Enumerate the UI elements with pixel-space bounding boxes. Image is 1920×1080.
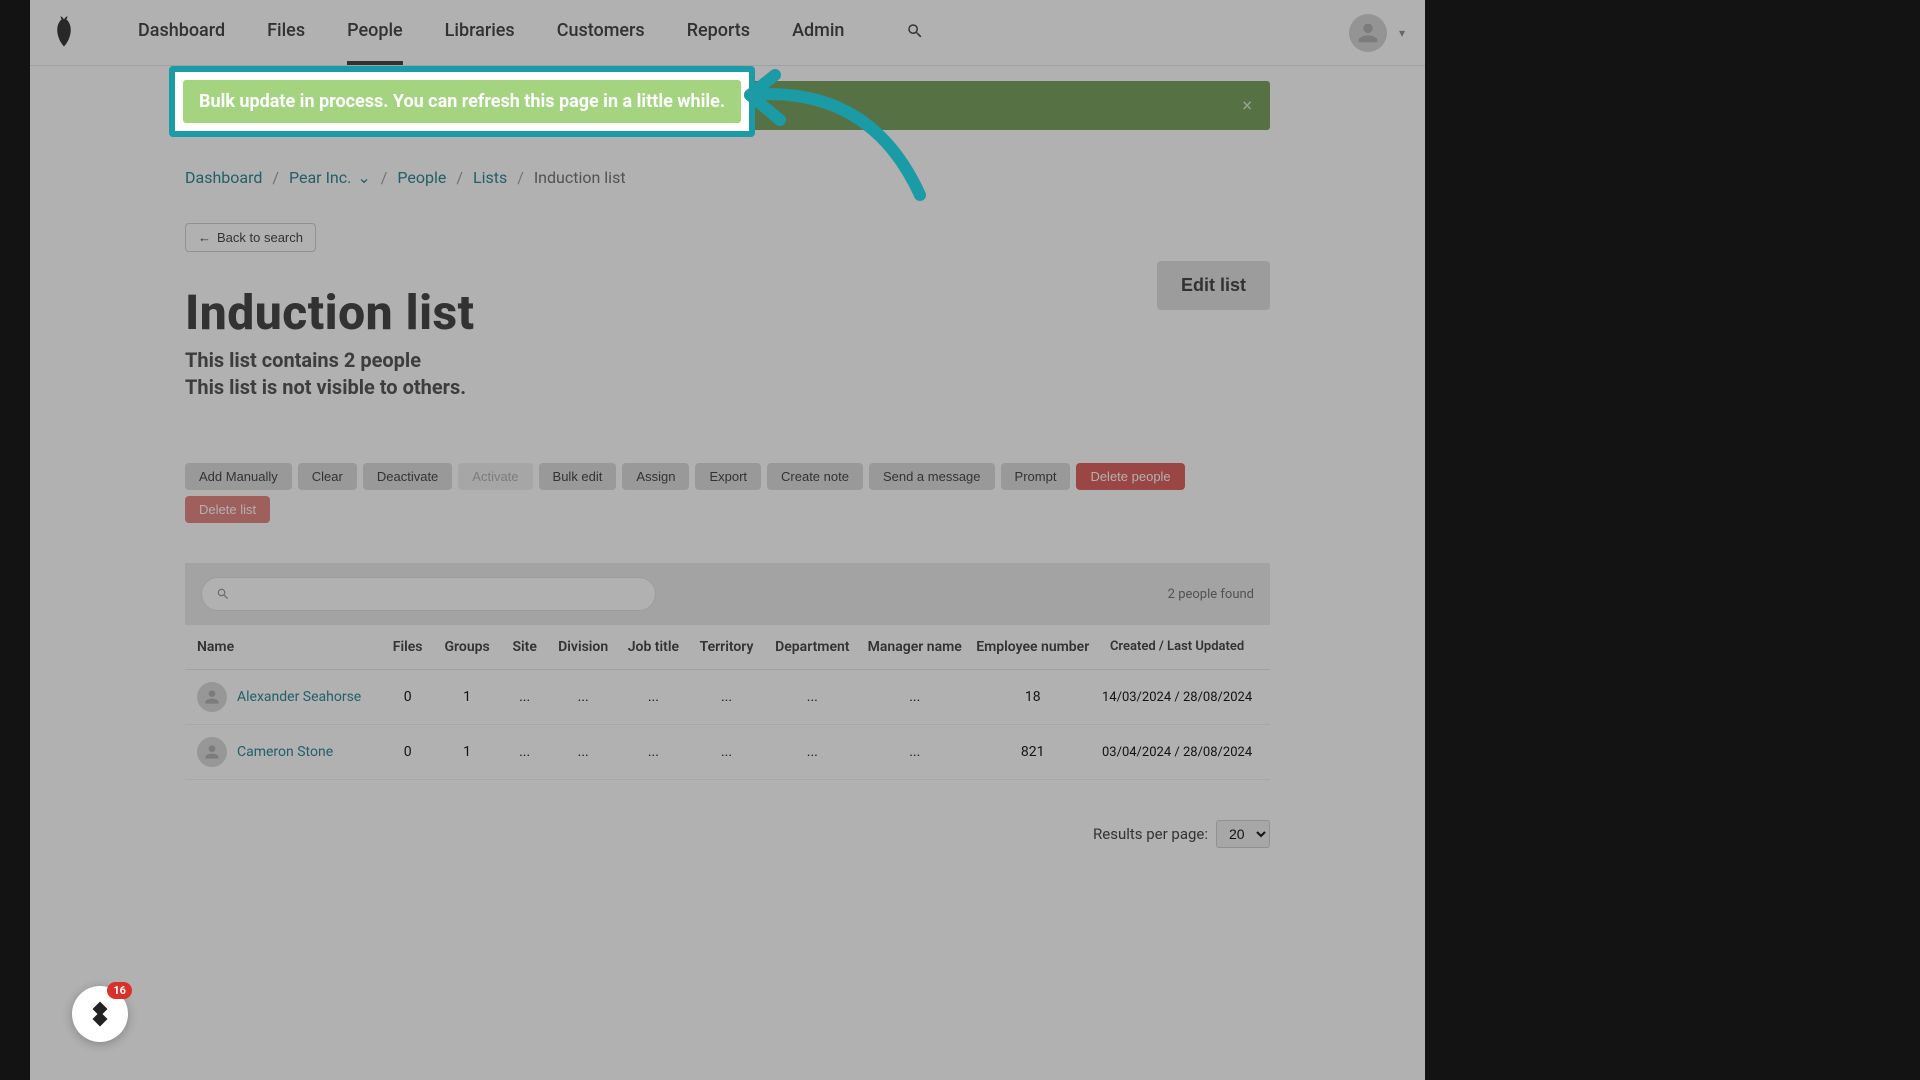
deactivate-button[interactable]: Deactivate (363, 463, 452, 490)
delete-list-button[interactable]: Delete list (185, 496, 270, 523)
pager-select[interactable]: 20 (1216, 820, 1270, 848)
nav-dashboard[interactable]: Dashboard (138, 20, 225, 45)
header-name[interactable]: Name (197, 639, 382, 655)
table-header-row: Name Files Groups Site Division Job titl… (185, 625, 1270, 670)
search-bar-section: 2 people found (185, 563, 1270, 625)
breadcrumb-current: Induction list (534, 168, 626, 187)
pager-label: Results per page: (1093, 825, 1208, 843)
chat-widget[interactable]: 16 (72, 986, 128, 1042)
edit-list-button[interactable]: Edit list (1157, 261, 1270, 310)
activate-button: Activate (458, 463, 532, 490)
export-button[interactable]: Export (695, 463, 761, 490)
create-note-button[interactable]: Create note (767, 463, 863, 490)
nav-customers[interactable]: Customers (557, 20, 645, 45)
avatar (197, 682, 227, 712)
breadcrumb-dashboard[interactable]: Dashboard (185, 168, 262, 187)
header-dates[interactable]: Created / Last Updated (1096, 639, 1258, 655)
breadcrumb-org[interactable]: Pear Inc. ⌄ (289, 168, 371, 187)
prompt-button[interactable]: Prompt (1001, 463, 1071, 490)
header-site[interactable]: Site (501, 639, 548, 655)
nav-files[interactable]: Files (267, 20, 305, 45)
breadcrumb-lists[interactable]: Lists (473, 168, 507, 187)
arrow-left-icon: ← (198, 230, 211, 245)
nav-libraries[interactable]: Libraries (445, 20, 515, 45)
header-files[interactable]: Files (382, 639, 433, 655)
delete-people-button[interactable]: Delete people (1076, 463, 1184, 490)
search-icon[interactable] (906, 22, 924, 44)
chevron-down-icon[interactable]: ▾ (1399, 26, 1405, 40)
nav-items: Dashboard Files People Libraries Custome… (138, 20, 924, 45)
pagination: Results per page: 20 (185, 820, 1270, 848)
send-message-button[interactable]: Send a message (869, 463, 995, 490)
page-subtitle: This list contains 2 people This list is… (185, 347, 1270, 401)
header-manager[interactable]: Manager name (860, 639, 969, 655)
user-avatar[interactable] (1349, 14, 1387, 52)
annotation-text: Bulk update in process. You can refresh … (199, 91, 725, 112)
header-groups[interactable]: Groups (433, 639, 501, 655)
alert-close-icon[interactable]: × (1242, 95, 1252, 116)
header-jobtitle[interactable]: Job title (618, 639, 688, 655)
results-count: 2 people found (1168, 587, 1254, 602)
annotation-arrow-icon (720, 55, 940, 215)
chat-icon (85, 999, 115, 1029)
nav-reports[interactable]: Reports (687, 20, 750, 45)
people-table: Name Files Groups Site Division Job titl… (185, 625, 1270, 780)
person-link[interactable]: Alexander Seahorse (237, 689, 361, 705)
add-manually-button[interactable]: Add Manually (185, 463, 292, 490)
breadcrumb-people[interactable]: People (397, 168, 446, 187)
table-search-input[interactable] (201, 577, 656, 611)
nav-people[interactable]: People (347, 20, 403, 45)
annotation-highlight: Bulk update in process. You can refresh … (169, 66, 755, 137)
chevron-down-icon: ⌄ (357, 168, 370, 187)
person-link[interactable]: Cameron Stone (237, 744, 333, 760)
action-buttons: Add Manually Clear Deactivate Activate B… (185, 463, 1270, 523)
avatar (197, 737, 227, 767)
header-territory[interactable]: Territory (689, 639, 765, 655)
logo-pear[interactable] (50, 15, 78, 51)
search-icon (216, 587, 230, 601)
back-to-search-button[interactable]: ← Back to search (185, 223, 316, 252)
nav-admin[interactable]: Admin (792, 20, 844, 45)
assign-button[interactable]: Assign (622, 463, 689, 490)
page-title: Induction list (185, 284, 1270, 341)
clear-button[interactable]: Clear (298, 463, 357, 490)
header-empnum[interactable]: Employee number (969, 639, 1096, 655)
table-row[interactable]: Cameron Stone 0 1 ... ... ... ... ... ..… (185, 725, 1270, 780)
chat-badge: 16 (107, 982, 132, 999)
header-department[interactable]: Department (765, 639, 861, 655)
bulk-edit-button[interactable]: Bulk edit (539, 463, 617, 490)
header-division[interactable]: Division (548, 639, 618, 655)
table-row[interactable]: Alexander Seahorse 0 1 ... ... ... ... .… (185, 670, 1270, 725)
